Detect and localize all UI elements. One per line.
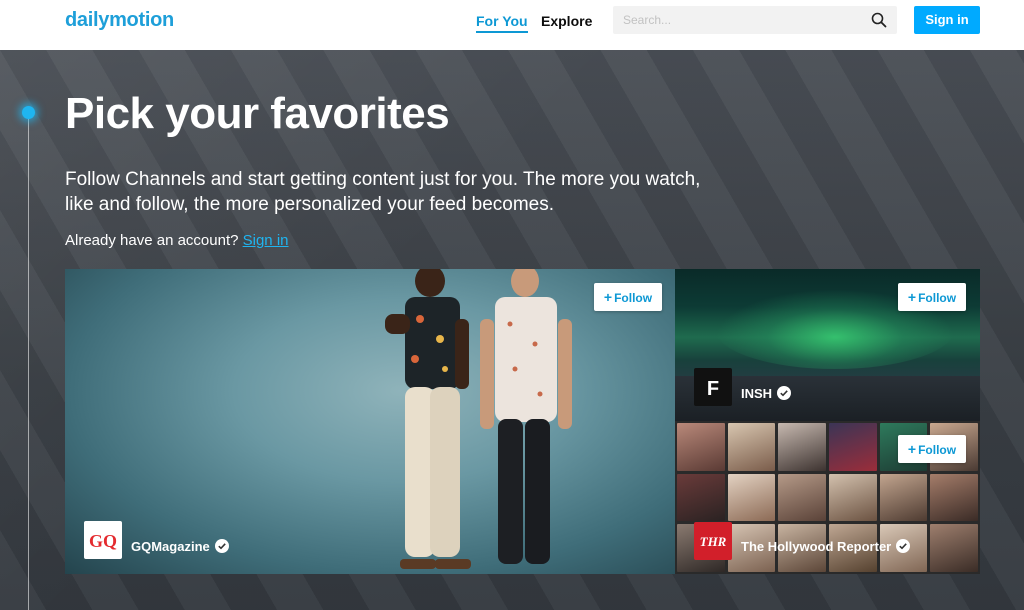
follow-button-gqmagazine[interactable]: + Follow <box>594 283 662 311</box>
channel-card-gqmagazine[interactable]: + Follow GQ GQMagazine <box>65 269 675 574</box>
model-figure <box>385 269 471 569</box>
tab-for-you[interactable]: For You <box>476 13 528 33</box>
thr-logo[interactable]: THR <box>694 522 732 560</box>
follow-label: Follow <box>614 291 653 305</box>
plus-icon: + <box>907 289 917 305</box>
account-prompt-text: Already have an account? <box>65 232 239 249</box>
follow-button-hollywood-reporter[interactable]: + Follow <box>898 435 966 463</box>
dailymotion-logo[interactable]: dailymotion <box>65 9 174 32</box>
search-icon[interactable] <box>871 12 887 28</box>
model-figure <box>480 269 572 564</box>
verified-check-icon <box>896 539 911 553</box>
channel-name-text: INSH <box>741 386 773 401</box>
plus-icon: + <box>603 289 613 305</box>
insh-logo-text: F <box>707 378 719 400</box>
gqmagazine-logo[interactable]: GQ <box>84 521 122 559</box>
tab-explore[interactable]: Explore <box>541 13 592 29</box>
channel-name-gqmagazine[interactable]: GQMagazine <box>131 539 229 554</box>
follow-button-insh[interactable]: + Follow <box>898 283 966 311</box>
channel-card-hollywood-reporter[interactable]: + Follow THR The Hollywood Reporter <box>675 421 980 574</box>
page-title: Pick your favorites <box>65 89 450 138</box>
thr-logo-text: THR <box>700 534 727 549</box>
timeline-dot <box>22 106 35 119</box>
gq-logo-mark: GQ <box>89 531 117 551</box>
hero-description: Follow Channels and start getting conten… <box>65 169 701 215</box>
timeline-line <box>28 115 29 610</box>
top-header: dailymotion For You Explore Sign in <box>0 0 1024 50</box>
follow-label: Follow <box>918 291 957 305</box>
thr-logo-mark: THR <box>700 534 727 549</box>
channel-card-insh[interactable]: + Follow F INSH <box>675 269 980 421</box>
gq-logo-text: GQ <box>89 531 117 551</box>
insh-logo[interactable]: F <box>694 368 732 406</box>
follow-label: Follow <box>918 443 957 457</box>
account-prompt: Already have an account? Sign in <box>65 232 289 249</box>
plus-icon: + <box>907 441 917 457</box>
channel-name-hollywood-reporter[interactable]: The Hollywood Reporter <box>741 539 911 554</box>
search-bar <box>613 6 897 34</box>
account-signin-link[interactable]: Sign in <box>243 232 289 249</box>
channel-name-text: The Hollywood Reporter <box>741 539 892 554</box>
verified-check-icon <box>777 386 792 400</box>
insh-logo-mark: F <box>707 378 719 400</box>
verified-check-icon <box>214 539 229 553</box>
search-input[interactable] <box>623 10 863 30</box>
channel-name-text: GQMagazine <box>131 539 210 554</box>
channel-name-insh[interactable]: INSH <box>741 386 792 401</box>
header-signin-button[interactable]: Sign in <box>914 6 980 34</box>
